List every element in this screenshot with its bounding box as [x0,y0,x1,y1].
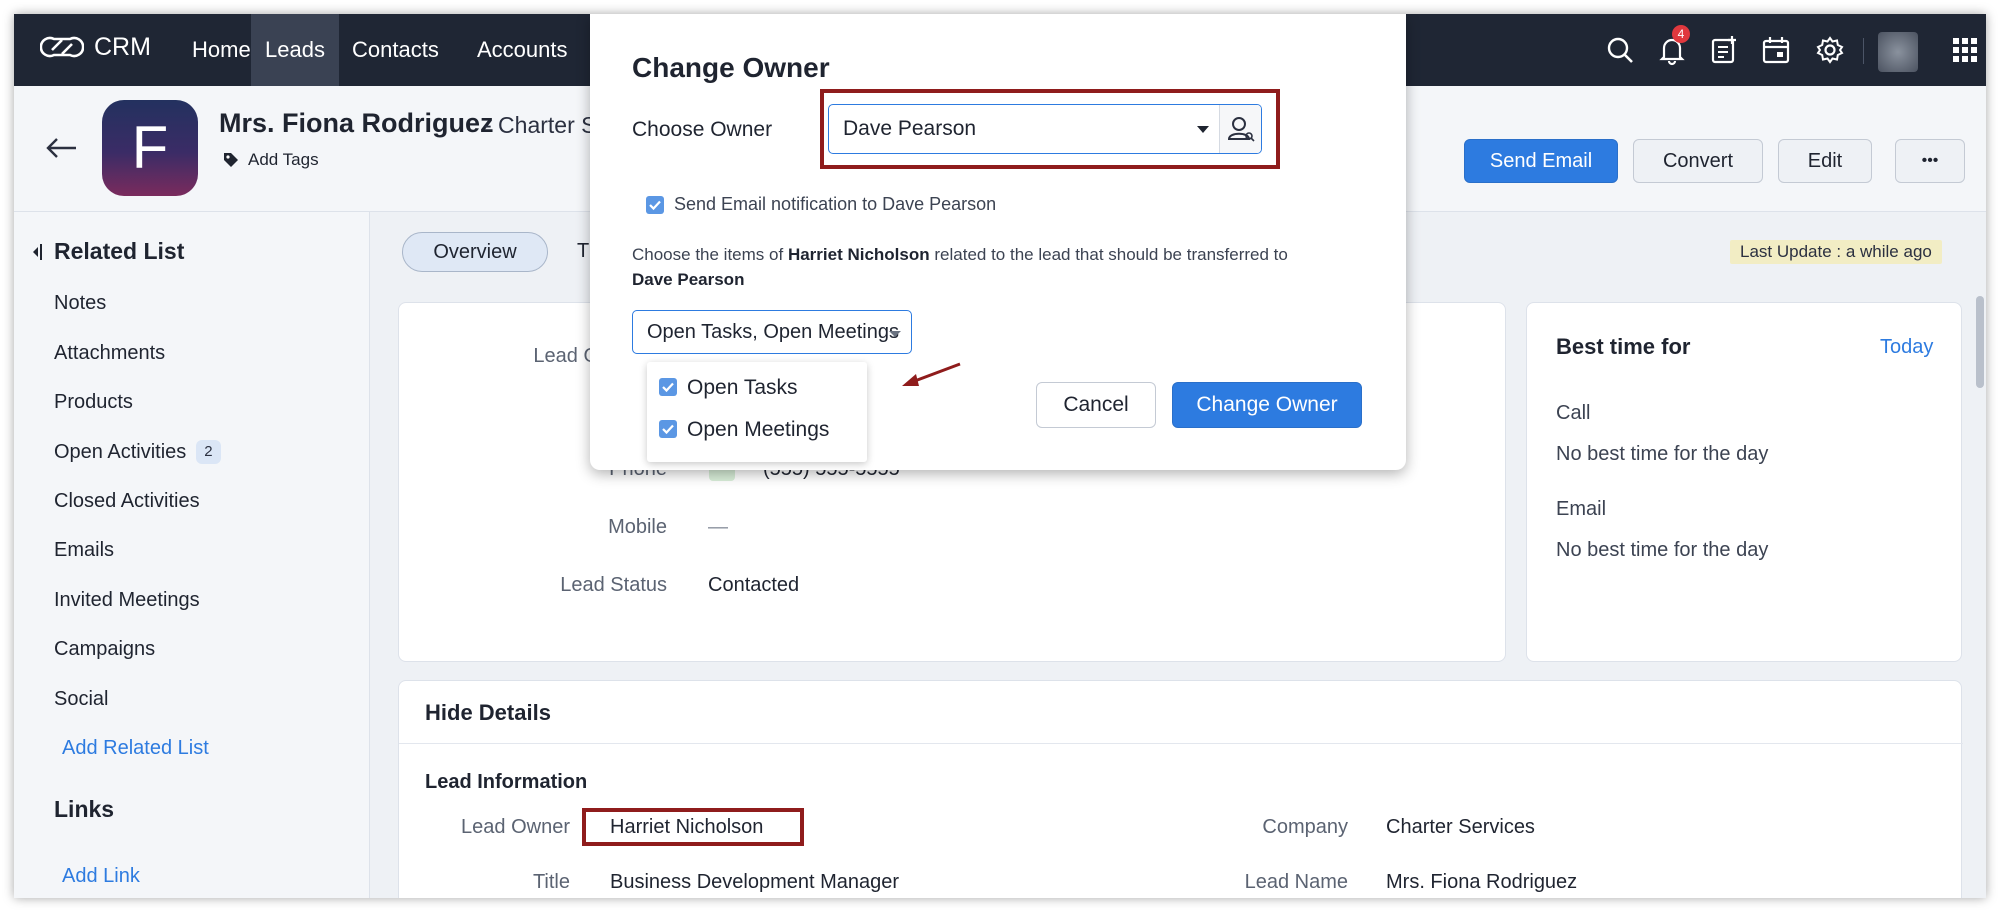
open-activities-label: Open Activities [54,441,187,463]
lead-name-label: Lead Name [1244,871,1348,893]
best-time-call-value: No best time for the day [1556,443,1769,465]
check-icon [662,382,674,393]
back-arrow-icon[interactable] [44,136,78,160]
tab-timeline[interactable]: T [577,240,589,263]
links-title: Links [54,796,115,822]
notify-checkbox[interactable] [646,196,664,214]
search-icon[interactable] [1604,34,1636,66]
title-label: Title [532,871,570,893]
desc-to-user: Dave Pearson [632,270,745,289]
change-owner-button[interactable]: Change Owner [1172,382,1362,428]
crm-window: CRM Home Leads Contacts Accounts D 4 [14,14,1986,898]
best-time-title: Best time for [1556,334,1691,359]
nav-separator [1863,38,1864,64]
crm-logo-icon [40,36,84,58]
related-list-title: Related List [54,238,185,264]
best-time-call-label: Call [1556,402,1591,424]
tab-contacts[interactable]: Contacts [338,14,453,86]
calendar-icon[interactable] [1760,34,1792,66]
details-card [398,680,1963,898]
cancel-button[interactable]: Cancel [1036,382,1156,428]
open-tasks-checkbox[interactable] [659,378,677,396]
tab-leads[interactable]: Leads [251,14,339,86]
option-open-meetings[interactable]: Open Meetings [687,418,829,442]
desc-middle: related to the lead that should be trans… [934,245,1288,264]
sidebar-item-open-activities[interactable]: Open Activities 2 [54,440,221,464]
send-email-button[interactable]: Send Email [1464,139,1618,183]
tag-icon [224,153,238,167]
choose-owner-label: Choose Owner [632,118,773,141]
check-icon [649,200,661,211]
lead-information-title: Lead Information [425,771,588,793]
hide-details-toggle[interactable]: Hide Details [425,700,551,726]
details-divider [399,743,1963,744]
open-activities-count: 2 [196,440,221,464]
company-label: Company [1262,816,1348,838]
sidebar-item-campaigns[interactable]: Campaigns [54,638,155,661]
lead-owner-label: Lead Owner [461,816,570,838]
lead-status-label: Lead Status [560,574,667,596]
page-scrollbar[interactable] [1976,296,1984,388]
desc-from-user: Harriet Nicholson [787,245,930,264]
mobile-label: Mobile [608,516,667,538]
add-record-icon[interactable] [1708,34,1740,66]
best-time-email-value: No best time for the day [1556,539,1769,561]
desc-prefix: Choose the items of [632,245,784,264]
lead-name: Mrs. Fiona Rodriguez [219,108,494,138]
apps-grid-icon[interactable] [1949,34,1981,66]
best-time-today[interactable]: Today [1880,336,1933,359]
company-value[interactable]: Charter Services [1386,816,1535,839]
lead-owner-summary-label: Lead O [533,345,599,367]
chevron-down-icon[interactable] [889,331,901,337]
add-tags-label: Add Tags [248,150,319,169]
option-open-tasks[interactable]: Open Tasks [687,376,798,400]
tab-accounts[interactable]: Accounts [463,14,582,86]
user-avatar[interactable] [1878,32,1918,72]
add-tags[interactable]: Add Tags [222,150,319,170]
sidebar-item-emails[interactable]: Emails [54,539,114,562]
open-meetings-checkbox[interactable] [659,420,677,438]
transfer-items-dropdown: Open Tasks Open Meetings [647,362,867,462]
related-list-sidebar: Related List Notes Attachments Products … [14,212,370,898]
dialog-title: Change Owner [632,52,830,83]
mobile-value: — [708,516,728,538]
sidebar-item-closed-activities[interactable]: Closed Activities [54,490,200,513]
sidebar-item-invited-meetings[interactable]: Invited Meetings [54,589,200,612]
gear-icon[interactable] [1814,34,1846,66]
sidebar-item-products[interactable]: Products [54,391,133,414]
brand-name: CRM [94,32,151,61]
check-icon [662,424,674,435]
owner-select-highlight [820,89,1280,169]
transfer-description: Choose the items of Harriet Nicholson re… [632,242,1352,292]
add-related-list-link[interactable]: Add Related List [62,737,209,760]
last-update-label: Last Update : a while ago [1730,240,1942,264]
lead-name-value[interactable]: Mrs. Fiona Rodriguez [1386,871,1577,894]
annotation-arrow-icon [902,362,961,386]
lead-owner-highlight [582,808,804,846]
sidebar-item-social[interactable]: Social [54,688,108,711]
edit-button[interactable]: Edit [1778,139,1872,183]
change-owner-dialog: Change Owner Choose Owner Dave Pearson S… [590,14,1406,470]
tab-overview[interactable]: Overview [402,232,548,272]
add-link[interactable]: Add Link [62,865,140,888]
sidebar-item-notes[interactable]: Notes [54,292,106,315]
collapse-sidebar-icon[interactable] [28,242,44,262]
lead-company: - Charter S [484,112,597,138]
notify-label[interactable]: Send Email notification to Dave Pearson [674,194,996,215]
transfer-items-select[interactable]: Open Tasks, Open Meetings [632,310,912,354]
best-time-email-label: Email [1556,498,1607,520]
lead-avatar: F [102,100,198,196]
lead-status-value[interactable]: Contacted [708,574,799,597]
more-options-button[interactable]: ••• [1895,139,1965,183]
title-value[interactable]: Business Development Manager [610,871,899,894]
transfer-items-value: Open Tasks, Open Meetings [647,321,899,343]
sidebar-item-attachments[interactable]: Attachments [54,342,165,365]
convert-button[interactable]: Convert [1633,139,1763,183]
notification-badge: 4 [1672,25,1690,43]
crm-logo[interactable]: CRM [40,32,151,62]
